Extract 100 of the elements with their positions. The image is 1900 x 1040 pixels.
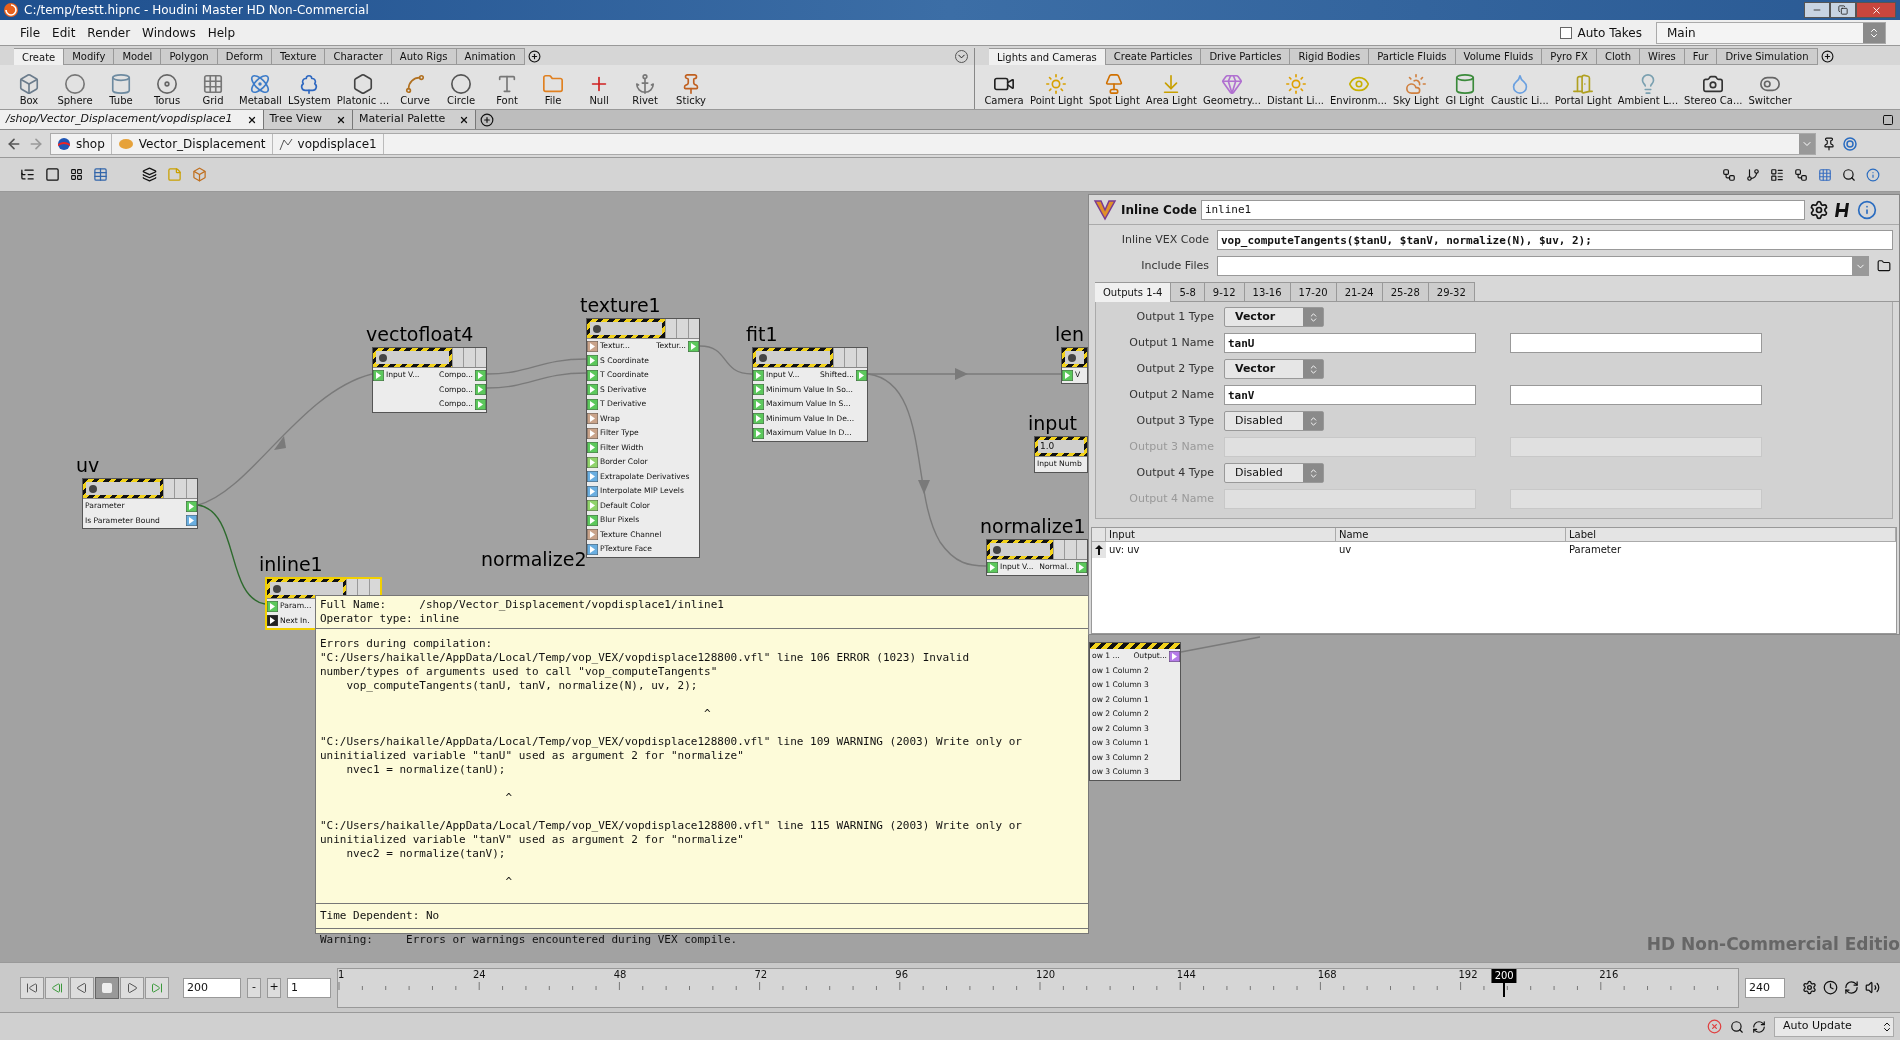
path-segment[interactable]: Vector_Displacement xyxy=(111,133,273,154)
label-field[interactable] xyxy=(1510,437,1762,457)
add-tab-icon[interactable] xyxy=(480,112,495,127)
vex-code-field[interactable]: vop_computeTangents($tanU, $tanV, normalize(N), $uv, 2); xyxy=(1217,230,1893,250)
step-back-button[interactable] xyxy=(45,976,69,999)
shelf-tool[interactable]: Area Light xyxy=(1144,73,1198,107)
increment-button[interactable]: + xyxy=(267,977,281,998)
tab[interactable]: Create xyxy=(14,48,65,65)
input-port[interactable] xyxy=(753,427,764,439)
input-port[interactable] xyxy=(373,369,384,381)
shelf-tool[interactable]: Ambient L... xyxy=(1616,73,1680,107)
frame-field[interactable]: 200 xyxy=(183,977,241,998)
branch-icon[interactable] xyxy=(1746,167,1760,182)
spiral-icon[interactable] xyxy=(1842,135,1858,152)
tab[interactable]: 21-24 xyxy=(1336,282,1383,302)
menu-item[interactable]: Windows xyxy=(136,23,202,42)
shelf-tool[interactable]: Null xyxy=(578,73,621,107)
include-files-field[interactable] xyxy=(1217,256,1869,276)
tab[interactable]: Texture xyxy=(271,48,326,65)
input-port[interactable] xyxy=(587,471,598,483)
menu-item[interactable]: Help xyxy=(201,23,241,42)
pane-tab[interactable]: Material Palette xyxy=(353,110,477,129)
add-tab-icon[interactable] xyxy=(527,50,541,63)
shelf-tool[interactable]: Font xyxy=(486,73,529,107)
input-port[interactable] xyxy=(753,398,764,410)
decrement-button[interactable]: - xyxy=(247,977,261,998)
input-port[interactable] xyxy=(587,442,598,454)
tab[interactable]: Drive Particles xyxy=(1201,48,1291,65)
output-port[interactable] xyxy=(856,369,867,381)
search-icon[interactable] xyxy=(1730,1019,1744,1034)
close-icon[interactable] xyxy=(246,114,257,125)
shelf-tool[interactable]: Rivet xyxy=(624,73,667,107)
label-field[interactable] xyxy=(1510,333,1762,353)
input-port[interactable] xyxy=(587,543,598,555)
shelf-tool[interactable]: Environm... xyxy=(1329,73,1389,107)
shelf-tool[interactable]: Torus xyxy=(146,73,188,107)
shelf-tool[interactable]: Distant Li... xyxy=(1266,73,1326,107)
step-field[interactable]: 1 xyxy=(287,977,331,998)
add-tab-icon[interactable] xyxy=(1820,50,1834,63)
name-field[interactable]: tanV xyxy=(1224,385,1476,405)
pin-icon[interactable] xyxy=(1822,136,1836,151)
label-field[interactable] xyxy=(1510,489,1762,509)
input-port[interactable] xyxy=(1062,369,1073,381)
tab[interactable]: Pyro FX xyxy=(1542,48,1597,65)
output-port[interactable] xyxy=(186,515,197,527)
update-mode-dropdown[interactable]: Auto Update xyxy=(1774,1016,1894,1037)
input-port[interactable] xyxy=(587,340,598,352)
close-icon[interactable] xyxy=(336,114,347,125)
shelf-tool[interactable]: Camera xyxy=(983,73,1025,107)
grid-icon[interactable] xyxy=(70,168,83,181)
tab[interactable]: 17-20 xyxy=(1290,282,1337,302)
shelf-tool[interactable]: Switcher xyxy=(1747,73,1793,107)
shelf-tool[interactable]: Circle xyxy=(440,73,483,107)
tab[interactable]: Modify xyxy=(64,48,115,65)
tab[interactable]: Wires xyxy=(1640,48,1685,65)
tab[interactable]: Cloth xyxy=(1596,48,1641,65)
tab[interactable]: Create Particles xyxy=(1105,48,1202,65)
restore-button[interactable] xyxy=(1830,2,1856,18)
output-port[interactable] xyxy=(475,398,486,410)
input-port[interactable] xyxy=(587,529,598,541)
stop-button[interactable] xyxy=(95,976,119,999)
loop-icon[interactable] xyxy=(1844,980,1859,995)
shelf-tool[interactable]: LSystem xyxy=(286,73,332,107)
workflow-icon[interactable] xyxy=(1794,167,1808,182)
shelf-tool[interactable]: Stereo Ca... xyxy=(1683,73,1744,107)
input-port[interactable] xyxy=(753,384,764,396)
label-field[interactable] xyxy=(1510,385,1762,405)
tab[interactable]: Character xyxy=(325,48,392,65)
settings-icon[interactable] xyxy=(1809,199,1829,220)
input-port[interactable] xyxy=(587,398,598,410)
input-port[interactable] xyxy=(587,500,598,512)
menu-item[interactable]: Edit xyxy=(46,23,82,42)
shelf-tool[interactable]: Sticky xyxy=(670,73,713,107)
jump-start-button[interactable] xyxy=(20,976,44,999)
type-menu[interactable]: Disabled xyxy=(1224,463,1324,483)
error-icon[interactable] xyxy=(1707,1019,1722,1034)
name-field[interactable]: tanU xyxy=(1224,333,1476,353)
path-segment[interactable]: vopdisplace1 xyxy=(272,133,384,154)
shelf-tool[interactable]: File xyxy=(532,73,575,107)
info-icon[interactable] xyxy=(1857,199,1877,220)
input-port[interactable] xyxy=(753,369,764,381)
tab[interactable]: Drive Simulation xyxy=(1717,48,1818,65)
node[interactable] xyxy=(586,318,700,558)
input-port[interactable] xyxy=(587,514,598,526)
shelf-tool[interactable]: Platonic ... xyxy=(335,73,391,107)
tab[interactable]: Rigid Bodies xyxy=(1290,48,1370,65)
info-icon[interactable] xyxy=(1866,167,1880,182)
minimize-button[interactable] xyxy=(1804,2,1830,18)
input-port[interactable] xyxy=(267,600,278,612)
tab[interactable]: Deform xyxy=(217,48,272,65)
tab[interactable]: Auto Rigs xyxy=(391,48,457,65)
shelf-tool[interactable]: Grid xyxy=(192,73,234,107)
current-frame-marker[interactable] xyxy=(1503,982,1506,997)
output-port[interactable] xyxy=(475,384,486,396)
pane-tab[interactable]: /shop/Vector_Displacement/vopdisplace1 xyxy=(0,110,264,129)
tab[interactable]: 9-12 xyxy=(1204,282,1245,302)
shelf-tool[interactable]: Sky Light xyxy=(1392,73,1440,107)
type-menu[interactable]: Vector xyxy=(1224,307,1324,327)
menu-item[interactable]: Render xyxy=(81,23,137,42)
input-port[interactable] xyxy=(587,413,598,425)
